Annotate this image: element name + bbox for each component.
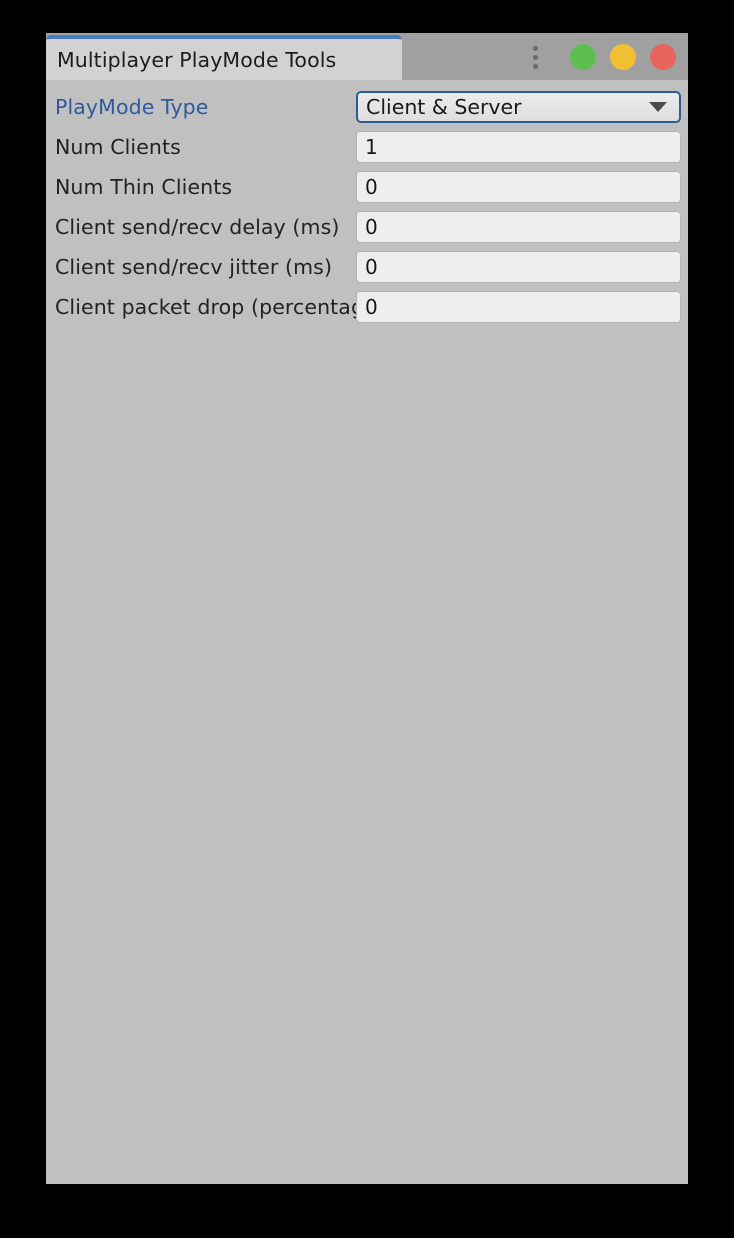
- close-button[interactable]: [650, 44, 676, 70]
- maximize-button[interactable]: [610, 44, 636, 70]
- titlebar-controls: [522, 34, 688, 80]
- chevron-down-icon: [649, 102, 667, 112]
- tab-multiplayer-playmode-tools[interactable]: Multiplayer PlayMode Tools: [46, 35, 402, 80]
- row-playmode-type: PlayMode Type Client & Server: [46, 87, 688, 127]
- titlebar-spacer: [402, 33, 522, 80]
- row-num-thin-clients: Num Thin Clients 0: [46, 167, 688, 207]
- label-client-send-recv-delay: Client send/recv delay (ms): [55, 215, 340, 239]
- client-send-recv-jitter-input[interactable]: 0: [356, 251, 681, 283]
- row-client-packet-drop: Client packet drop (percentage) 0: [46, 287, 688, 327]
- client-send-recv-delay-input[interactable]: 0: [356, 211, 681, 243]
- label-num-clients: Num Clients: [55, 135, 181, 159]
- multiplayer-playmode-tools-window: Multiplayer PlayMode Tools PlayMode Type…: [46, 33, 688, 1184]
- label-client-send-recv-jitter: Client send/recv jitter (ms): [55, 255, 333, 279]
- label-playmode-type: PlayMode Type: [55, 95, 209, 119]
- window-titlebar: Multiplayer PlayMode Tools: [46, 33, 688, 80]
- kebab-dot: [532, 45, 538, 51]
- label-client-packet-drop: Client packet drop (percentage): [55, 295, 356, 319]
- playmode-type-value: Client & Server: [366, 95, 522, 119]
- num-clients-input[interactable]: 1: [356, 131, 681, 163]
- kebab-dot: [532, 63, 538, 69]
- tab-label: Multiplayer PlayMode Tools: [57, 47, 337, 72]
- label-num-thin-clients: Num Thin Clients: [55, 175, 233, 199]
- kebab-menu-icon[interactable]: [522, 43, 548, 71]
- num-thin-clients-input[interactable]: 0: [356, 171, 681, 203]
- row-num-clients: Num Clients 1: [46, 127, 688, 167]
- row-client-send-recv-jitter: Client send/recv jitter (ms) 0: [46, 247, 688, 287]
- minimize-button[interactable]: [570, 44, 596, 70]
- kebab-dot: [532, 54, 538, 60]
- row-client-send-recv-delay: Client send/recv delay (ms) 0: [46, 207, 688, 247]
- settings-panel: PlayMode Type Client & Server Num Client…: [46, 80, 688, 1184]
- playmode-type-dropdown[interactable]: Client & Server: [356, 91, 681, 123]
- client-packet-drop-input[interactable]: 0: [356, 291, 681, 323]
